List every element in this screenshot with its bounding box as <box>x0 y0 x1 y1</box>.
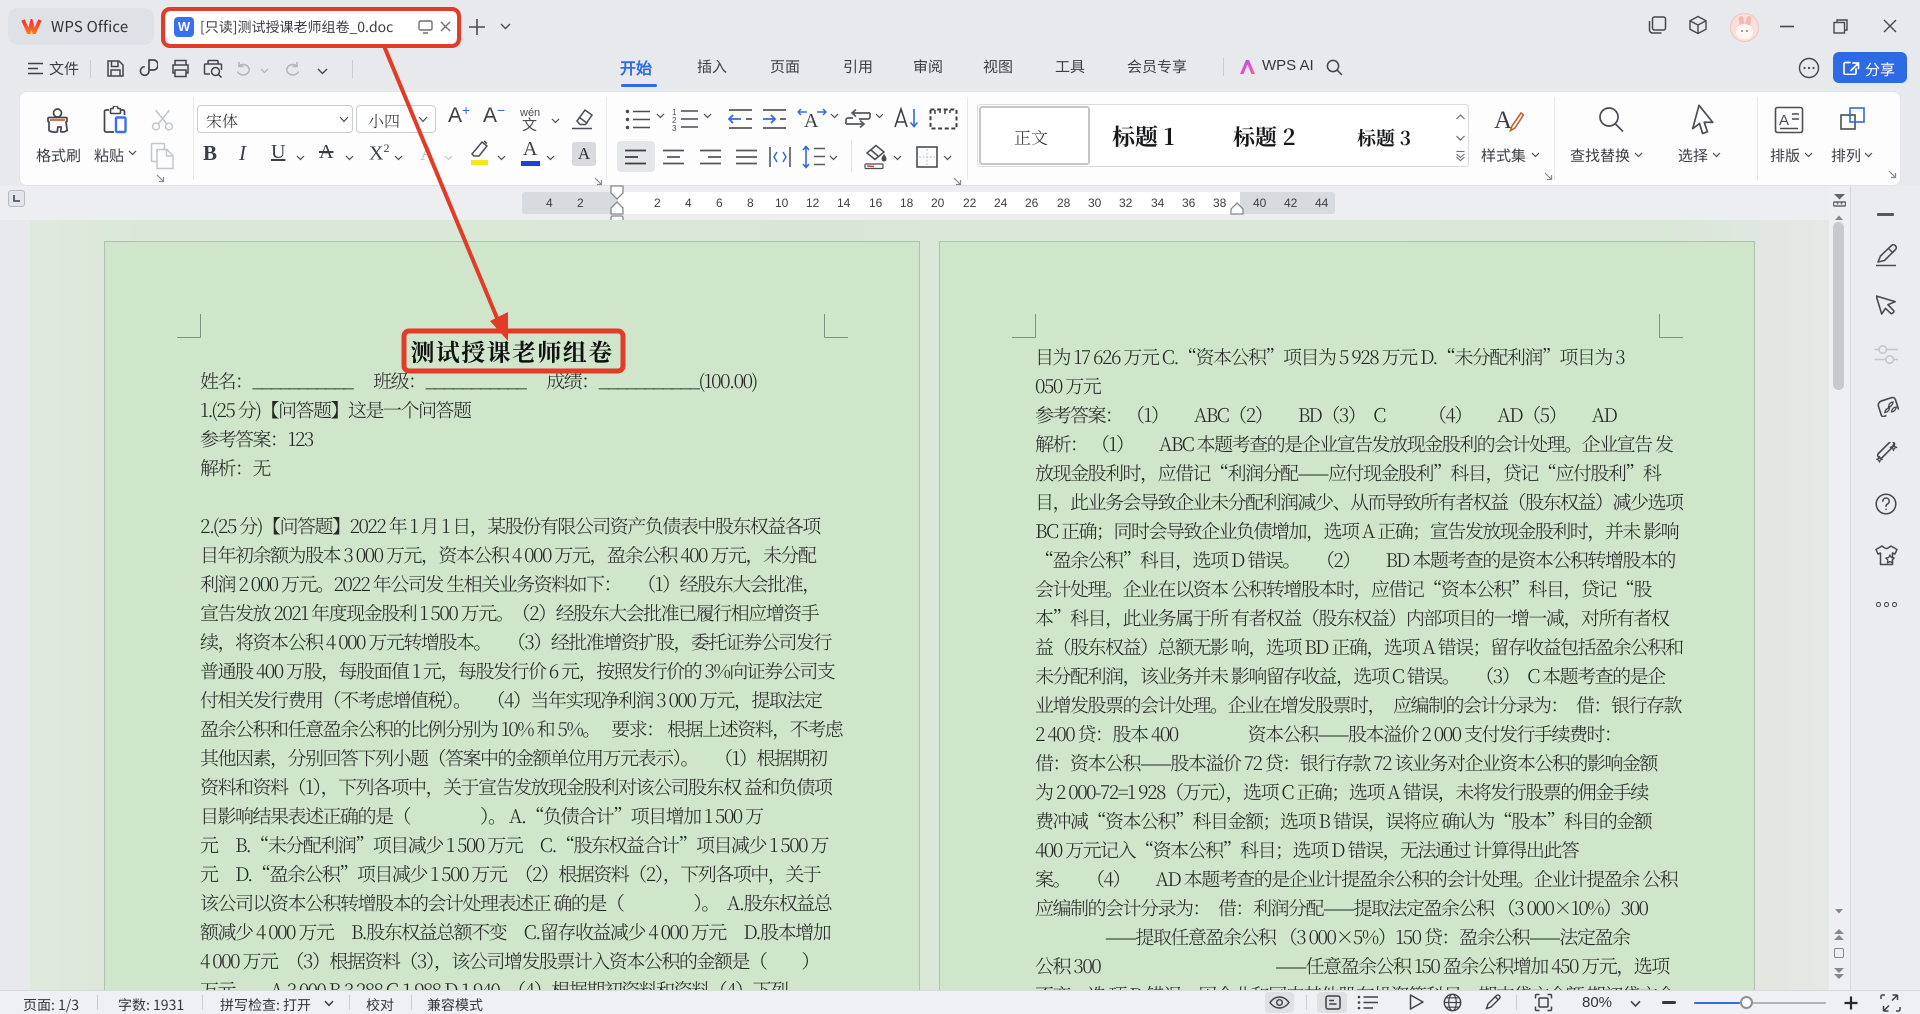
svg-text:文: 文 <box>522 114 537 133</box>
svg-text:3: 3 <box>672 124 677 131</box>
svg-text:A: A <box>804 110 819 132</box>
svg-text:A: A <box>1779 112 1789 129</box>
svg-text:A: A <box>1494 107 1512 134</box>
